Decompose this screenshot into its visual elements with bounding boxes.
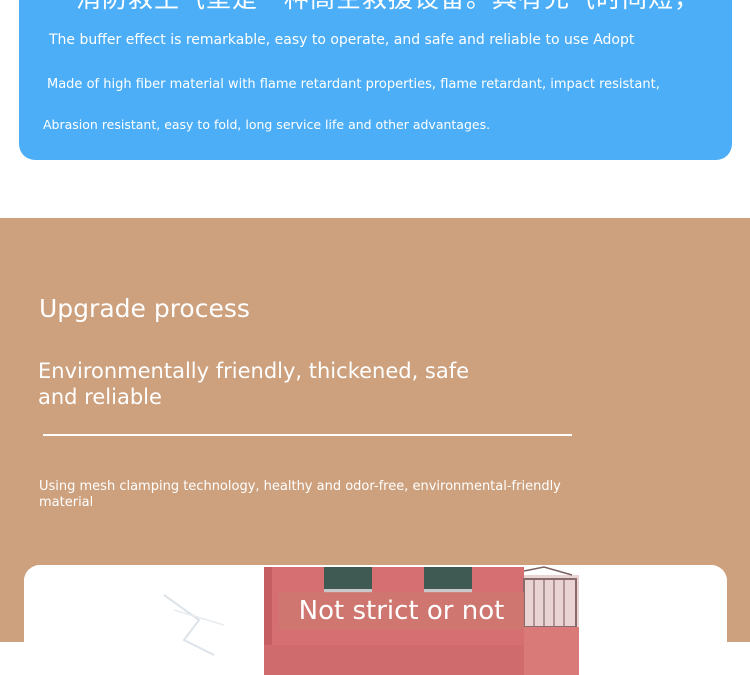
upgrade-body: Using mesh clamping technology, healthy … (39, 479, 561, 510)
intro-card: 消防救生气垫是一种高空救援设备。具有充气时间短， The buffer effe… (19, 0, 732, 160)
product-image-card: Not strict or not (24, 565, 727, 675)
intro-chinese-title: 消防救生气垫是一种高空救援设备。具有充气时间短， (76, 0, 700, 13)
intro-line-3: Abrasion resistant, easy to fold, long s… (43, 117, 491, 132)
intro-line-2: Made of high fiber material with flame r… (47, 77, 660, 92)
upgrade-title: Upgrade process (39, 294, 250, 323)
section-divider (43, 434, 572, 436)
upgrade-section: Upgrade process Environmentally friendly… (0, 218, 750, 675)
image-caption: Not strict or not (279, 592, 524, 630)
intro-line-1: The buffer effect is remarkable, easy to… (49, 32, 635, 48)
upgrade-subtitle: Environmentally friendly, thickened, saf… (38, 359, 470, 409)
